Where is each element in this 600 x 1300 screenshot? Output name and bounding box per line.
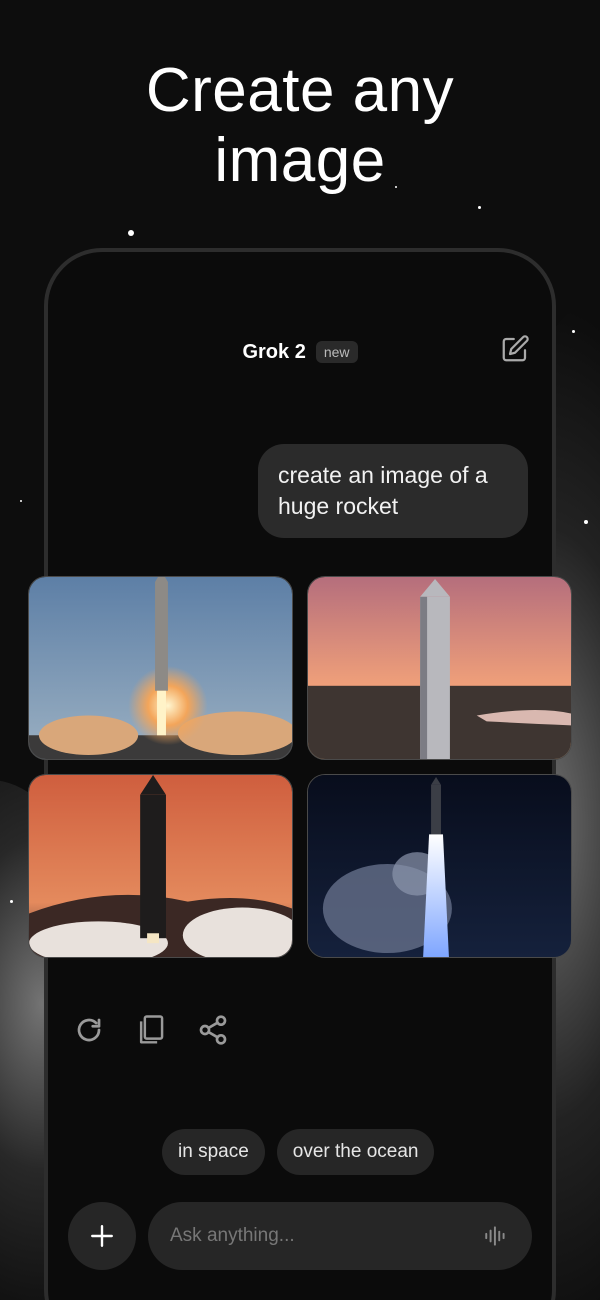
ask-input[interactable] [170,1225,482,1247]
star [584,520,588,524]
generated-image-1[interactable] [28,576,293,760]
image-actions-toolbar [72,1010,230,1050]
new-badge: new [315,341,358,363]
share-button[interactable] [196,1010,230,1050]
edit-icon [502,335,529,362]
copy-icon [139,1015,164,1044]
copy-button[interactable] [134,1010,168,1050]
regenerate-button[interactable] [72,1010,106,1050]
star [572,330,575,333]
model-title[interactable]: Grok 2 [242,341,305,364]
star [20,500,22,502]
headline: Create any image [0,56,600,196]
star [478,206,481,209]
rocket-launch-day-image [29,577,292,759]
generated-image-4[interactable] [307,774,572,958]
voice-waveform-icon [485,1226,505,1246]
rocket-launch-night-image [308,775,571,957]
rocket-sunset-image [308,577,571,759]
refresh-icon [77,1018,101,1042]
ask-input-container [148,1202,532,1270]
plus-icon [91,1225,113,1247]
chat-composer [68,1202,532,1270]
chat-header: Grok 2 new [48,332,552,372]
headline-line-2: image [214,126,386,195]
suggestion-chips: in space over the ocean [162,1129,435,1175]
new-chat-button[interactable] [498,332,532,366]
generated-image-grid [28,576,572,960]
generated-image-3[interactable] [28,774,293,958]
attach-button[interactable] [68,1202,136,1270]
star [10,900,13,903]
suggestion-chip-over-the-ocean[interactable]: over the ocean [276,1129,435,1175]
generated-image-2[interactable] [307,576,572,760]
rocket-launch-dusk-image [29,775,292,957]
headline-line-1: Create any [145,56,455,125]
user-message-bubble: create an image of a huge rocket [258,444,528,538]
star [128,230,134,236]
suggestion-chip-in-space[interactable]: in space [162,1129,265,1175]
voice-button[interactable] [482,1222,510,1250]
share-icon [199,1015,227,1045]
